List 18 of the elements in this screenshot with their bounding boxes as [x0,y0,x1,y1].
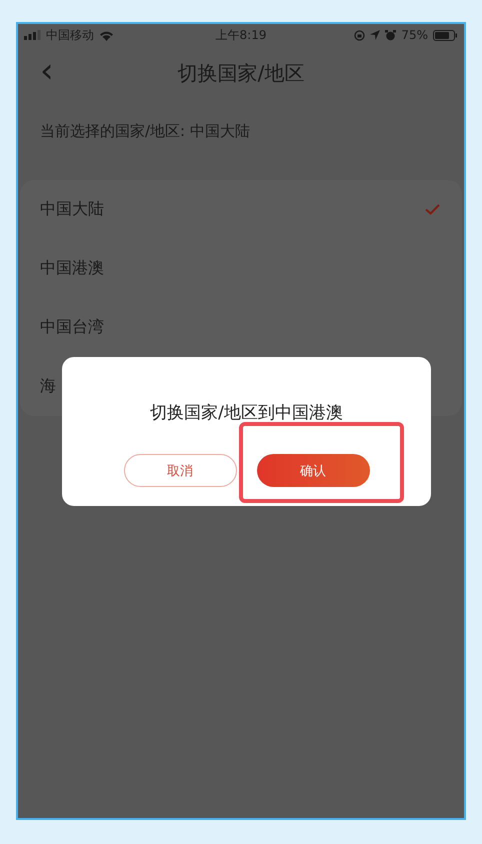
status-time: 上午8:19 [216,26,266,44]
region-item[interactable]: 中国港澳 [20,239,462,298]
region-item[interactable]: 中国台湾 [20,298,462,357]
carrier-name: 中国移动 [46,26,94,44]
location-icon [370,30,380,40]
page-title: 切换国家/地区 [178,60,304,86]
region-item[interactable]: 中国大陆 [20,180,462,239]
battery-percent: 75% [401,28,428,42]
battery-icon [432,30,458,40]
wifi-icon [99,30,114,40]
current-region-text: 当前选择的国家/地区: 中国大陆 [40,122,250,140]
cancel-button[interactable]: 取消 [124,454,236,487]
confirm-button[interactable]: 确认 [256,454,370,487]
signal-icon [24,30,41,40]
dialog-message: 切换国家/地区到中国港澳 [149,402,344,424]
back-button[interactable]: ‹ [36,54,58,88]
alarm-icon [385,30,396,40]
rotation-lock-icon [354,30,366,40]
